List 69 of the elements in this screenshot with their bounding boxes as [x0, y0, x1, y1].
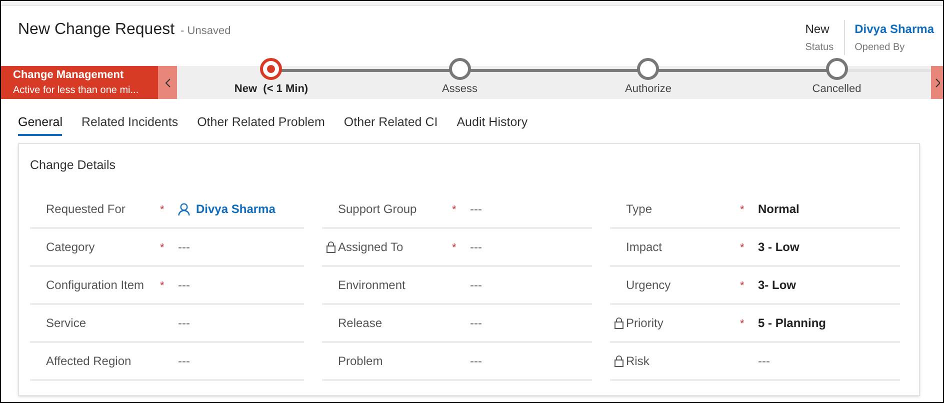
- field-label: Assigned To: [338, 239, 404, 256]
- section-title: Change Details: [30, 158, 116, 172]
- field-label: Service: [46, 315, 86, 332]
- lookup-link[interactable]: Divya Sharma: [178, 200, 276, 218]
- stage-marker[interactable]: [448, 58, 471, 80]
- field-value[interactable]: ---: [470, 276, 482, 294]
- lock-icon: [614, 355, 624, 367]
- tab[interactable]: General: [18, 111, 62, 136]
- field-value[interactable]: 3- Low: [758, 276, 796, 294]
- field-value[interactable]: ---: [470, 352, 482, 370]
- field-label: Environment: [338, 277, 406, 294]
- owner-link[interactable]: Divya Sharma: [854, 20, 934, 38]
- field-value[interactable]: ---: [178, 314, 190, 332]
- field-value[interactable]: 5 - Planning: [758, 314, 826, 332]
- tab[interactable]: Other Related CI: [344, 111, 438, 136]
- owner-label: Opened By: [854, 41, 905, 55]
- required-mark: *: [452, 204, 456, 216]
- field-value[interactable]: ---: [470, 238, 482, 256]
- stage-marker[interactable]: [260, 58, 282, 80]
- required-mark: *: [740, 318, 744, 330]
- tab[interactable]: Audit History: [456, 111, 528, 136]
- field-value[interactable]: ---: [758, 352, 770, 370]
- field-value[interactable]: ---: [178, 238, 190, 256]
- field-label: Urgency: [626, 277, 671, 294]
- form-title: New Change Request: [18, 20, 175, 40]
- required-mark: *: [160, 204, 164, 216]
- save-state: - Unsaved: [180, 24, 231, 39]
- field-label: Requested For: [46, 201, 126, 218]
- stage-marker[interactable]: [826, 58, 848, 80]
- tab[interactable]: Other Related Problem: [197, 111, 325, 136]
- process-duration: Active for less than one mi...: [13, 84, 140, 98]
- lock-icon: [326, 241, 336, 253]
- field-label: Affected Region: [46, 353, 132, 370]
- field-label: Risk: [626, 353, 650, 370]
- field-value[interactable]: ---: [178, 276, 190, 294]
- field-label: Configuration Item: [46, 277, 144, 294]
- stage-label[interactable]: Assess: [442, 81, 478, 98]
- required-mark: *: [740, 242, 744, 254]
- field-label: Impact: [626, 239, 662, 256]
- tab[interactable]: Related Incidents: [81, 111, 178, 136]
- required-mark: *: [740, 280, 744, 292]
- field-value[interactable]: ---: [470, 314, 482, 332]
- field-label: Category: [46, 239, 95, 256]
- field-value[interactable]: Normal: [758, 200, 800, 218]
- process-name: Change Management: [13, 68, 125, 83]
- chevron-left-icon: [164, 78, 170, 88]
- status-label: Status: [805, 41, 834, 55]
- stage-label[interactable]: Cancelled: [812, 81, 862, 98]
- required-mark: *: [160, 242, 164, 254]
- field-label: Release: [338, 315, 382, 332]
- field-value[interactable]: ---: [178, 352, 190, 370]
- field-label: Priority: [626, 315, 664, 332]
- field-label: Problem: [338, 353, 383, 370]
- field-value[interactable]: ---: [470, 200, 482, 218]
- stage-label[interactable]: Authorize: [625, 81, 672, 98]
- chevron-right-icon: [934, 78, 940, 88]
- lock-icon: [614, 317, 624, 329]
- stage-label[interactable]: New (< 1 Min): [234, 81, 308, 98]
- process-panel[interactable]: Change Management Active for less than one mi...: [1, 66, 158, 99]
- required-mark: *: [452, 242, 456, 254]
- field-label: Support Group: [338, 201, 417, 218]
- field-value[interactable]: 3 - Low: [758, 238, 800, 256]
- field-label: Type: [626, 201, 652, 218]
- required-mark: *: [740, 204, 744, 216]
- status-value: New: [805, 21, 830, 38]
- person-icon: [178, 202, 190, 216]
- required-mark: *: [160, 280, 164, 292]
- stage-marker[interactable]: [637, 58, 660, 80]
- next-stage-button[interactable]: [931, 66, 943, 99]
